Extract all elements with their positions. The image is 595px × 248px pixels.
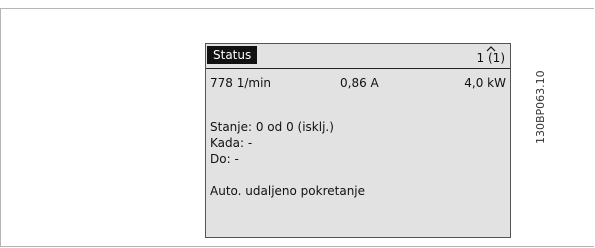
current-readout: 0,86 A <box>340 76 379 90</box>
figure-code-text: 130BP063.10 <box>534 70 547 144</box>
speed-readout: 778 1/min <box>210 76 272 90</box>
divider <box>206 68 510 69</box>
status-bar: Status 1 (1) <box>206 44 510 66</box>
setup-indicator-text: 1 (1) <box>476 51 505 65</box>
lcp-display: Status 1 (1) 778 1/min 0,86 A 4,0 kW Sta… <box>205 43 511 238</box>
until-line: Do: - <box>210 152 239 166</box>
status-tab[interactable]: Status <box>207 46 258 64</box>
setup-indicator: 1 (1) <box>475 45 505 66</box>
power-readout: 4,0 kW <box>464 76 506 90</box>
when-line: Kada: - <box>210 136 253 150</box>
mode-line: Auto. udaljeno pokretanje <box>210 184 366 198</box>
figure-code-label: 130BP063.10 <box>534 70 547 144</box>
state-line: Stanje: 0 od 0 (isklj.) <box>210 120 334 134</box>
readout-row: 778 1/min 0,86 A 4,0 kW <box>210 75 506 91</box>
